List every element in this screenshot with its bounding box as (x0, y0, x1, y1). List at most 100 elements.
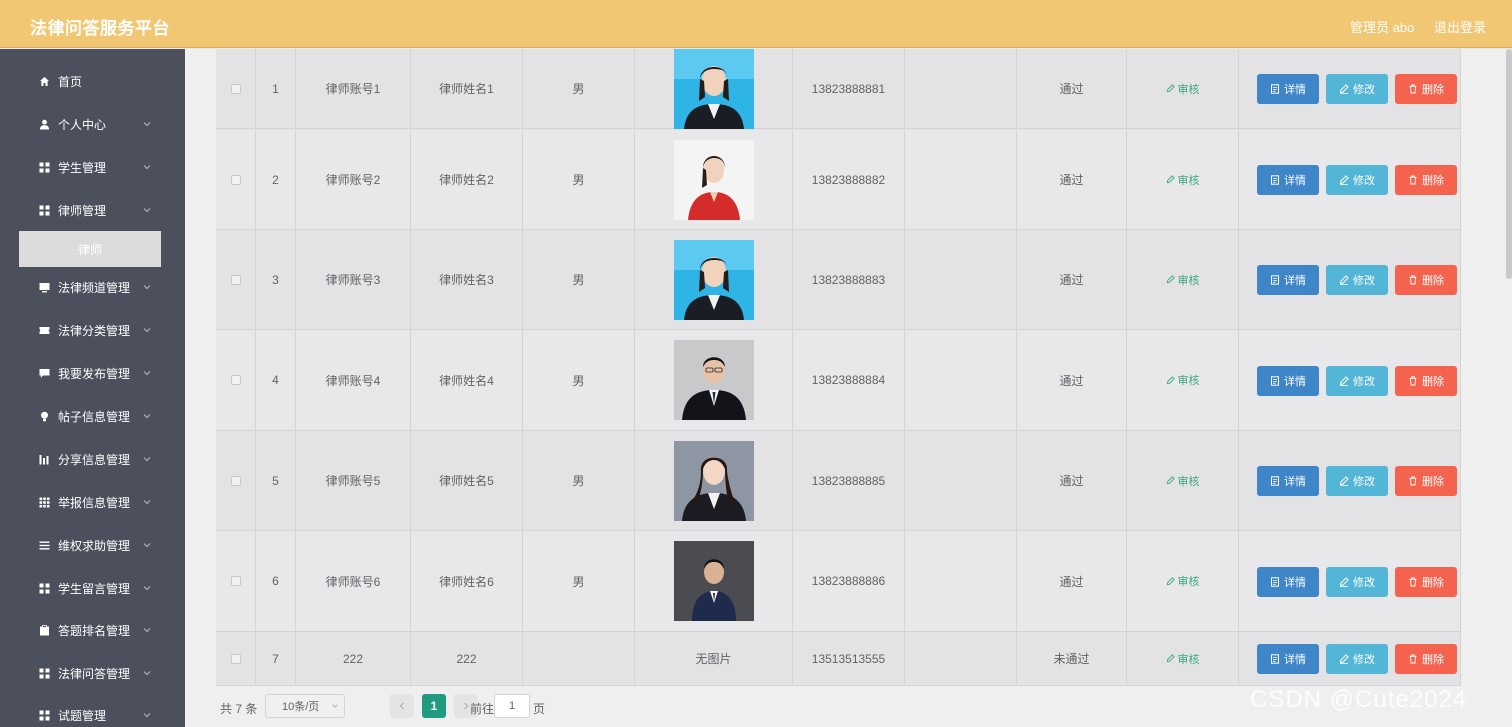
sidebar-item-law-category[interactable]: 法律分类管理 (0, 310, 185, 350)
row-checkbox[interactable] (230, 375, 241, 385)
audit-link[interactable]: 审核 (1166, 272, 1200, 288)
chevron-down-icon (143, 543, 151, 548)
page-size-select[interactable]: 10条/页 (265, 694, 345, 718)
sidebar-item-profile[interactable]: 个人中心 (0, 104, 185, 144)
edit-button[interactable]: 修改 (1326, 466, 1388, 496)
audit-link[interactable]: 审核 (1166, 172, 1200, 188)
lawyer-photo (673, 440, 754, 521)
detail-button[interactable]: 详情 (1257, 644, 1319, 674)
document-icon (1271, 275, 1279, 285)
chevron-down-icon (143, 586, 151, 591)
sidebar-item-questions[interactable]: 试题管理 (0, 695, 185, 727)
sidebar-item-lawyers[interactable]: 律师管理 (0, 190, 185, 230)
detail-button[interactable]: 详情 (1257, 265, 1319, 295)
sidebar-item-ranking[interactable]: 答题排名管理 (0, 610, 185, 650)
edit-button[interactable]: 修改 (1326, 366, 1388, 396)
sidebar-item-label: 举报信息管理 (58, 495, 131, 510)
sidebar-item-law-channel[interactable]: 法律频道管理 (0, 267, 185, 307)
row-checkbox[interactable] (230, 274, 241, 285)
photo-cell (635, 531, 793, 631)
photo-cell: 无图片 (635, 632, 793, 685)
audit-cell: 审核 (1127, 230, 1239, 329)
audit-cell: 审核 (1127, 531, 1239, 631)
pagination: 共 7 条 10条/页 1 前往 页 (216, 694, 816, 718)
clipboard-icon (38, 624, 50, 636)
grid-icon (38, 709, 50, 721)
sidebar-item-law-qa[interactable]: 法律问答管理 (0, 653, 185, 693)
delete-button[interactable]: 删除 (1395, 165, 1457, 195)
index-cell: 3 (256, 230, 296, 329)
vertical-scrollbar[interactable] (1506, 49, 1512, 279)
delete-button[interactable]: 删除 (1395, 74, 1457, 104)
chevron-down-icon (332, 704, 338, 708)
delete-button-label: 删除 (1422, 476, 1444, 488)
detail-button[interactable]: 详情 (1257, 165, 1319, 195)
trash-icon (1409, 84, 1417, 94)
document-icon (1271, 84, 1279, 94)
audit-link[interactable]: 审核 (1166, 372, 1200, 388)
row-checkbox[interactable] (230, 83, 241, 94)
delete-button[interactable]: 删除 (1395, 567, 1457, 597)
sidebar-item-share[interactable]: 分享信息管理 (0, 439, 185, 479)
audit-link[interactable]: 审核 (1166, 473, 1200, 489)
row-checkbox[interactable] (230, 174, 241, 185)
phone-cell: 13513513555 (793, 632, 905, 685)
document-icon (1271, 577, 1279, 587)
delete-button[interactable]: 删除 (1395, 366, 1457, 396)
sidebar-item-publish[interactable]: 我要发布管理 (0, 353, 185, 393)
sidebar-item-posts[interactable]: 帖子信息管理 (0, 396, 185, 436)
goto-page-input[interactable] (494, 694, 530, 718)
sidebar-item-label: 帖子信息管理 (58, 409, 131, 424)
sidebar-item-home[interactable]: 首页 (0, 61, 185, 101)
audit-label: 审核 (1177, 375, 1200, 387)
pencil-icon (1339, 577, 1349, 587)
delete-button-label: 删除 (1422, 275, 1444, 287)
audit-label: 审核 (1177, 653, 1200, 666)
table-row: 2 律师账号2 律师姓名2 男 13823888882 通过 审核 详情 修改 删除 (216, 130, 1461, 230)
delete-button[interactable]: 删除 (1395, 644, 1457, 674)
sidebar-item-rights-help[interactable]: 维权求助管理 (0, 525, 185, 565)
name-cell: 律师姓名4 (411, 330, 523, 430)
photo-cell (635, 48, 793, 129)
audit-link[interactable]: 审核 (1166, 573, 1200, 589)
prev-page-button[interactable] (390, 694, 414, 718)
chevron-down-icon (143, 628, 151, 633)
edit-button[interactable]: 修改 (1326, 265, 1388, 295)
edit-button[interactable]: 修改 (1326, 567, 1388, 597)
detail-button[interactable]: 详情 (1257, 366, 1319, 396)
empty-cell (905, 130, 1017, 229)
pencil-icon (1166, 476, 1175, 485)
delete-button[interactable]: 删除 (1395, 466, 1457, 496)
sidebar-item-students[interactable]: 学生管理 (0, 147, 185, 187)
edit-button[interactable]: 修改 (1326, 74, 1388, 104)
index-cell: 6 (256, 531, 296, 631)
ticket-icon (38, 324, 50, 336)
sidebar-item-report[interactable]: 举报信息管理 (0, 482, 185, 522)
pencil-icon (1166, 175, 1175, 184)
page-number-current[interactable]: 1 (422, 694, 446, 718)
gender-cell: 男 (523, 230, 635, 329)
detail-button[interactable]: 详情 (1257, 74, 1319, 104)
phone-cell: 13823888883 (793, 230, 905, 329)
sidebar-item-label: 答题排名管理 (58, 623, 131, 638)
edit-button-label: 修改 (1353, 175, 1375, 187)
detail-button[interactable]: 详情 (1257, 567, 1319, 597)
delete-button[interactable]: 删除 (1395, 265, 1457, 295)
sidebar-item-messages[interactable]: 学生留言管理 (0, 568, 185, 608)
edit-button[interactable]: 修改 (1326, 165, 1388, 195)
row-checkbox[interactable] (230, 576, 241, 586)
row-checkbox[interactable] (230, 475, 241, 486)
logout-link[interactable]: 退出登录 (1434, 17, 1486, 36)
audit-link[interactable]: 审核 (1166, 81, 1200, 97)
index-cell: 7 (256, 632, 296, 685)
edit-button[interactable]: 修改 (1326, 644, 1388, 674)
row-checkbox[interactable] (230, 653, 241, 664)
audit-link[interactable]: 审核 (1166, 651, 1200, 667)
select-cell (216, 49, 256, 128)
detail-button[interactable]: 详情 (1257, 466, 1319, 496)
gender-cell: 男 (523, 130, 635, 229)
account-cell: 律师账号4 (296, 330, 411, 430)
audit-label: 审核 (1177, 274, 1200, 287)
lawyer-photo (673, 340, 754, 420)
sidebar-subitem-lawyer[interactable]: 律师 (19, 231, 161, 267)
